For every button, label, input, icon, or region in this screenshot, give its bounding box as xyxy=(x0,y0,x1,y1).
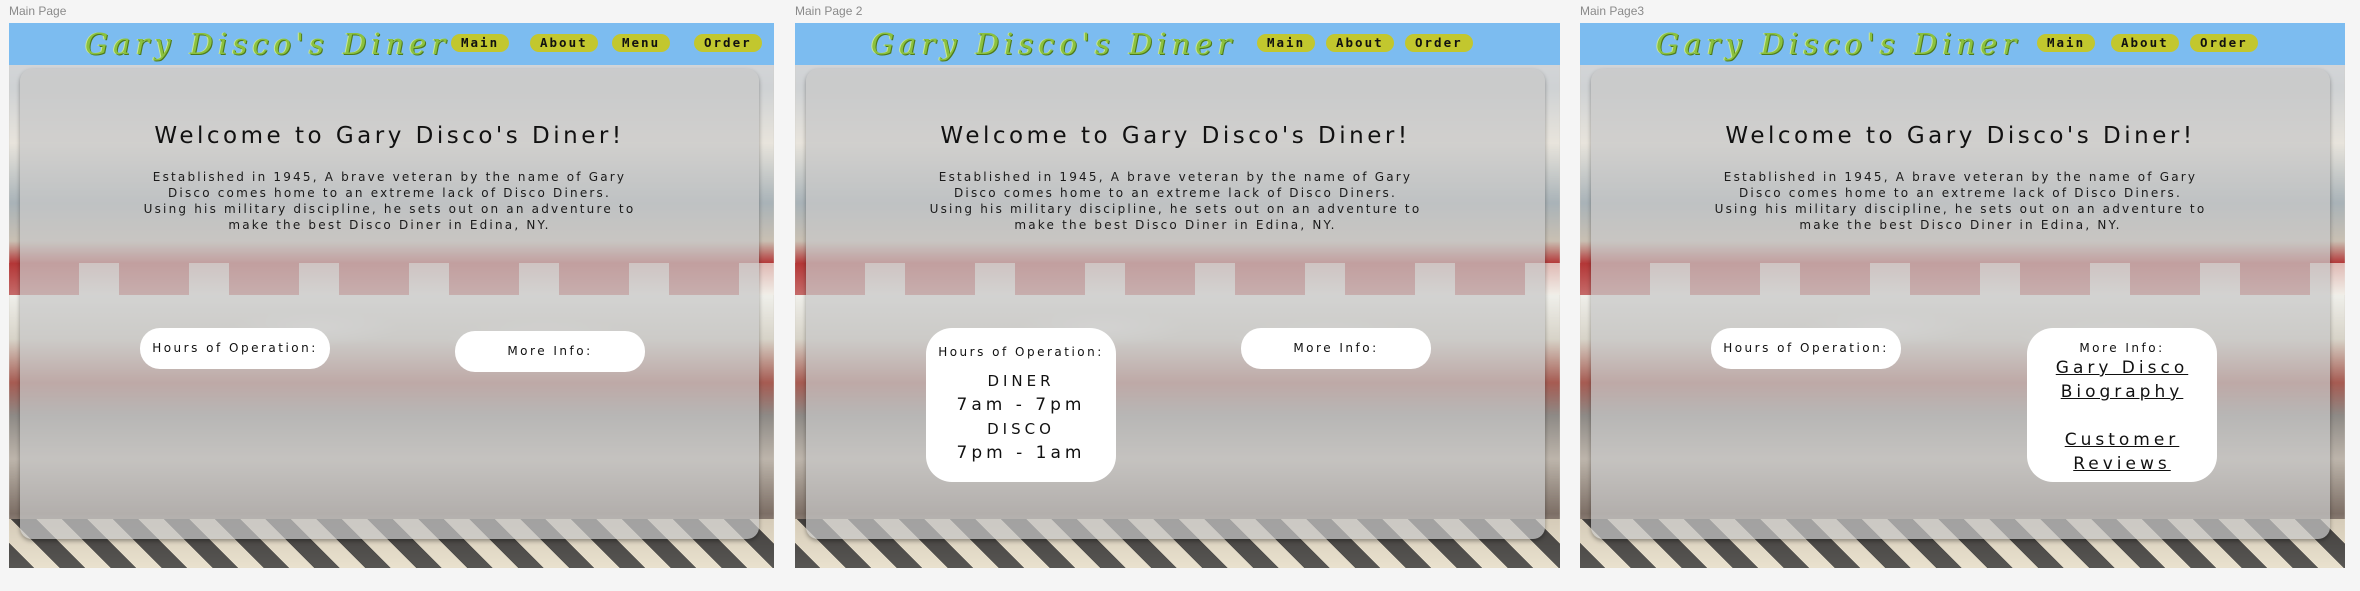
nav-order-button[interactable]: Order xyxy=(2190,34,2258,52)
welcome-title: Welcome to Gary Disco's Diner! xyxy=(940,123,1411,149)
nav-about-button[interactable]: About xyxy=(1326,34,1394,52)
nav-about-button[interactable]: About xyxy=(530,34,598,52)
welcome-title: Welcome to Gary Disco's Diner! xyxy=(1725,123,2196,149)
more-info-card[interactable]: More Info: Gary Disco Biography Customer… xyxy=(2027,328,2217,482)
reviews-link-line-2[interactable]: Reviews xyxy=(2027,452,2217,476)
diner-title: DINER xyxy=(987,372,1055,390)
logo: Gary Disco's Diner xyxy=(1656,27,2022,61)
nav-main-button[interactable]: Main xyxy=(1257,34,1316,52)
frame-label-1: Main Page xyxy=(9,4,67,18)
frame-label-3: Main Page3 xyxy=(1580,4,1645,18)
nav-bar: Gary Disco's Diner Main About Order xyxy=(1580,23,2345,65)
content-panel: Welcome to Gary Disco's Diner! Establish… xyxy=(806,69,1545,539)
intro-text: Established in 1945, A brave veteran by … xyxy=(929,170,1422,232)
disco-hours: 7pm - 1am xyxy=(956,443,1086,463)
hours-card[interactable]: Hours of Operation: DINER 7am - 7pm DISC… xyxy=(926,328,1116,482)
diner-hours: 7am - 7pm xyxy=(956,395,1086,415)
biography-link-line-1[interactable]: Gary Disco xyxy=(2027,356,2217,380)
nav-about-button[interactable]: About xyxy=(2111,34,2179,52)
frame-main-page-3: Gary Disco's Diner Main About Order Welc… xyxy=(1580,23,2345,568)
intro-text: Established in 1945, A brave veteran by … xyxy=(1714,170,2207,232)
nav-main-button[interactable]: Main xyxy=(451,34,510,52)
more-info-button[interactable]: More Info: xyxy=(455,331,645,372)
hours-button[interactable]: Hours of Operation: xyxy=(1711,328,1901,369)
frame-label-2: Main Page 2 xyxy=(795,4,863,18)
logo: Gary Disco's Diner xyxy=(85,27,451,61)
nav-order-button[interactable]: Order xyxy=(694,34,762,52)
logo: Gary Disco's Diner xyxy=(871,27,1237,61)
nav-bar: Gary Disco's Diner Main About Menu Order xyxy=(9,23,774,65)
more-info-button[interactable]: More Info: xyxy=(1241,328,1431,369)
nav-order-button[interactable]: Order xyxy=(1405,34,1473,52)
biography-link-line-2[interactable]: Biography xyxy=(2027,380,2217,404)
nav-menu-button[interactable]: Menu xyxy=(612,34,671,52)
frame-main-page-2: Gary Disco's Diner Main About Order Welc… xyxy=(795,23,1560,568)
nav-bar: Gary Disco's Diner Main About Order xyxy=(795,23,1560,65)
intro-text: Established in 1945, A brave veteran by … xyxy=(143,170,636,232)
content-panel: Welcome to Gary Disco's Diner! Establish… xyxy=(1591,69,2330,539)
frame-main-page: Gary Disco's Diner Main About Menu Order… xyxy=(9,23,774,568)
disco-title: DISCO xyxy=(987,420,1055,438)
welcome-title: Welcome to Gary Disco's Diner! xyxy=(154,123,625,149)
content-panel: Welcome to Gary Disco's Diner! Establish… xyxy=(20,69,759,539)
nav-main-button[interactable]: Main xyxy=(2037,34,2096,52)
hours-button[interactable]: Hours of Operation: xyxy=(140,328,330,369)
reviews-link-line-1[interactable]: Customer xyxy=(2027,428,2217,452)
